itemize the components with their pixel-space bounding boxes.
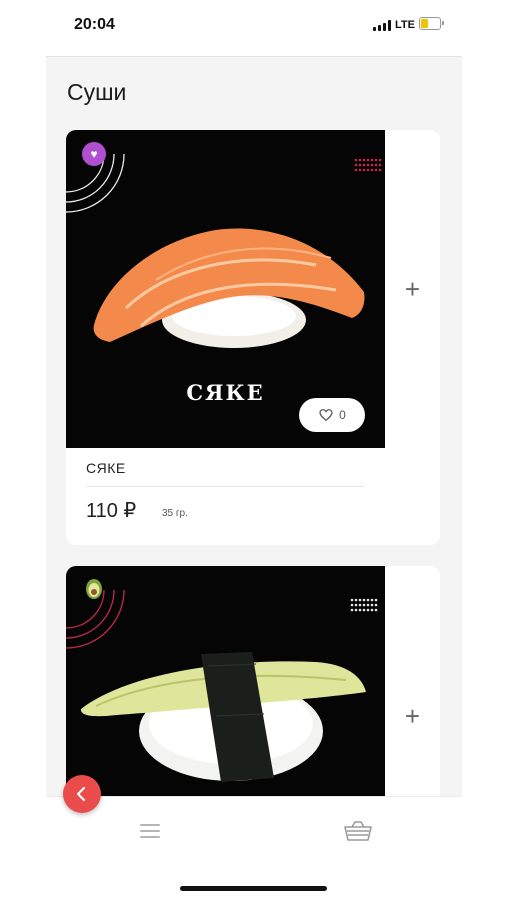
product-image[interactable]: ♥ СЯКЕ 0 bbox=[66, 130, 385, 448]
home-indicator bbox=[180, 886, 327, 891]
product-name: СЯКЕ bbox=[86, 460, 126, 476]
product-weight: 35 гр. bbox=[162, 508, 188, 519]
add-to-cart-button[interactable]: + bbox=[385, 566, 440, 797]
basket-icon[interactable] bbox=[343, 820, 373, 842]
heart-outline-icon bbox=[319, 409, 333, 422]
app-screen: Суши ♥ СЯКЕ 0 + СЯКЕ 110 ₽ 35 гр. + bbox=[46, 56, 462, 797]
like-button[interactable]: 0 bbox=[299, 398, 365, 432]
divider bbox=[86, 486, 364, 487]
add-to-cart-button[interactable]: + bbox=[385, 130, 440, 448]
menu-icon[interactable] bbox=[140, 823, 160, 839]
page-title: Суши bbox=[67, 79, 127, 105]
product-image[interactable] bbox=[66, 566, 385, 797]
network-type: LTE bbox=[395, 19, 415, 31]
status-time: 20:04 bbox=[74, 16, 115, 33]
status-bar: 20:04 LTE bbox=[0, 0, 507, 52]
chevron-left-icon bbox=[76, 786, 86, 802]
back-button[interactable] bbox=[63, 775, 101, 813]
signal-icon bbox=[373, 20, 391, 31]
product-card[interactable]: ♥ СЯКЕ 0 + СЯКЕ 110 ₽ 35 гр. bbox=[66, 130, 440, 545]
product-price: 110 ₽ bbox=[86, 500, 137, 522]
battery-icon bbox=[419, 17, 444, 30]
heart-icon: ♥ bbox=[82, 142, 106, 166]
bottom-navigation bbox=[46, 796, 462, 867]
product-card[interactable]: + bbox=[66, 566, 440, 797]
avocado-icon bbox=[82, 576, 106, 600]
like-count: 0 bbox=[339, 408, 346, 422]
